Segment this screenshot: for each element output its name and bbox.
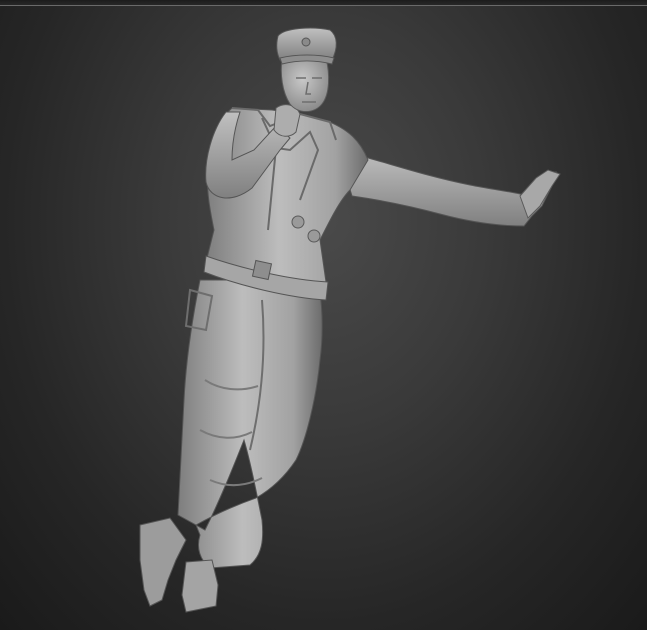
- jacket-button: [307, 229, 321, 243]
- right-boot: [181, 559, 219, 613]
- left-boot: [139, 517, 187, 607]
- right-arm: [337, 149, 557, 227]
- jacket-button: [291, 215, 305, 229]
- figure-model[interactable]: [0, 0, 647, 630]
- belt-buckle: [251, 259, 273, 281]
- cap-badge: [301, 37, 311, 47]
- sculpt-viewport[interactable]: [0, 0, 647, 630]
- head: [280, 57, 330, 112]
- right-hand: [519, 169, 561, 219]
- trousers: [177, 279, 323, 569]
